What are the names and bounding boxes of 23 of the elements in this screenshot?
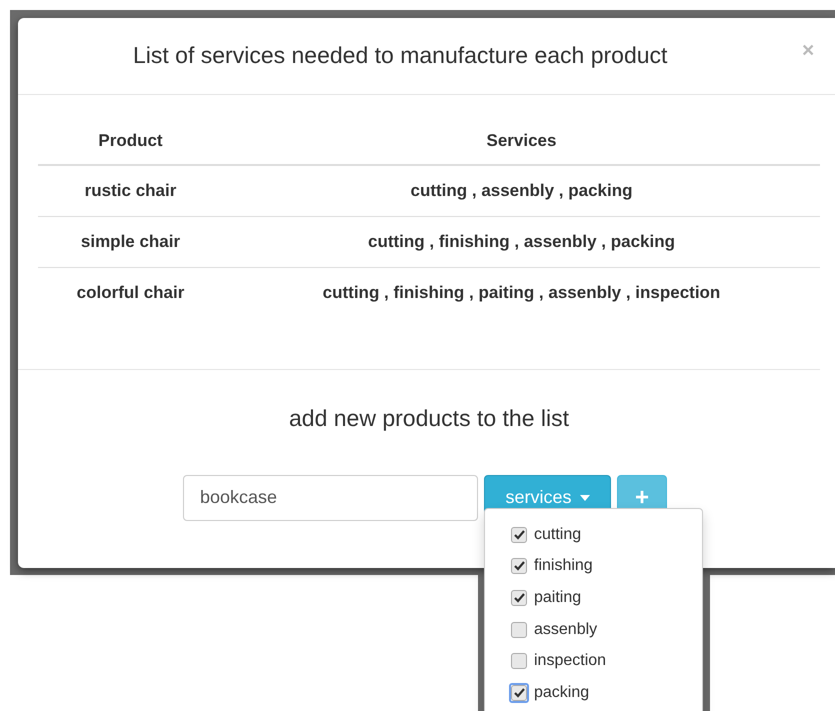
table-cell: cutting , assenbly , packing — [223, 165, 820, 216]
table-cell: colorful chair — [38, 267, 223, 318]
checkbox[interactable] — [511, 622, 527, 638]
table-cell: rustic chair — [38, 165, 223, 216]
table-cell: cutting , finishing , assenbly , packing — [223, 216, 820, 267]
caret-icon — [580, 494, 590, 501]
checkbox-label[interactable]: cutting — [534, 522, 582, 547]
table-cell: cutting , finishing , paiting , assenbly , inspection — [223, 267, 820, 318]
checkbox-label[interactable]: finishing — [534, 554, 593, 578]
product-name-input[interactable]: bookcase — [183, 474, 478, 521]
checkbox-label[interactable]: paiting — [534, 586, 582, 610]
checkbox-label[interactable]: assenbly — [534, 618, 598, 642]
checkbox-label[interactable]: inspection — [534, 649, 606, 674]
column-header: Services — [223, 117, 820, 165]
section-heading: add new products to the list — [288, 405, 570, 433]
column-header: Product — [38, 117, 223, 165]
checkbox[interactable] — [511, 590, 527, 606]
checkbox-label[interactable]: packing — [534, 680, 590, 705]
modal-title: List of services needed to manufacture each product — [133, 42, 668, 70]
checkbox[interactable] — [511, 526, 527, 543]
table-cell: simple chair — [38, 216, 223, 267]
checkbox[interactable] — [511, 653, 527, 670]
checkbox[interactable] — [511, 558, 527, 574]
